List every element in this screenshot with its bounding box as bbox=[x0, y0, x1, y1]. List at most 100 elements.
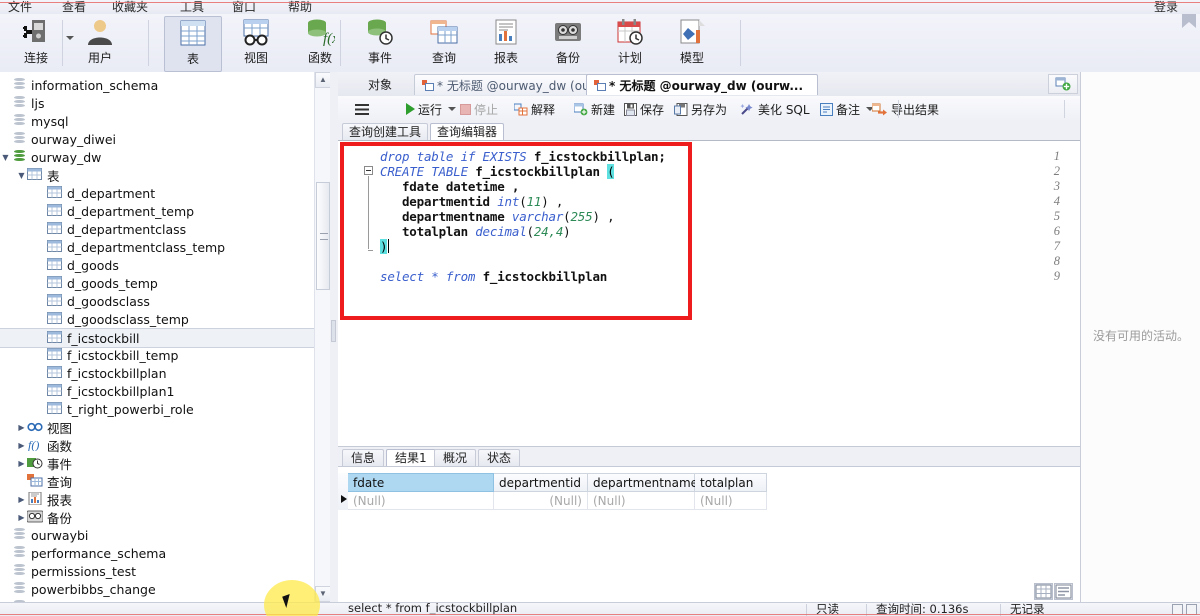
ribbon-button-表[interactable]: 表 bbox=[164, 16, 222, 72]
tree-item-函数[interactable]: ▶ f() 函数 bbox=[0, 436, 330, 454]
cell-departmentname[interactable]: (Null) bbox=[588, 492, 695, 510]
fold-toggle-icon[interactable] bbox=[364, 166, 373, 175]
code-line[interactable]: CREATE TABLE f_icstockbillplan ( bbox=[380, 164, 615, 179]
code-line[interactable]: select * from f_icstockbillplan bbox=[380, 269, 607, 284]
form-view-icon[interactable] bbox=[1054, 583, 1073, 600]
toolbar-button-停止[interactable]: 停止 bbox=[458, 99, 500, 119]
toolbar-button-运行[interactable]: 运行 bbox=[404, 99, 458, 119]
column-header-totalplan[interactable]: totalplan bbox=[695, 473, 767, 492]
toolbar-button-保存[interactable]: 保存 bbox=[622, 99, 666, 119]
tree-item-information_schema[interactable]: information_schema bbox=[0, 76, 330, 94]
hamburger-menu-button[interactable] bbox=[352, 99, 372, 119]
cell-totalplan[interactable]: (Null) bbox=[695, 492, 767, 510]
ribbon-button-计划[interactable]: 计划 bbox=[602, 16, 658, 70]
scroll-up-button[interactable]: ▲ bbox=[315, 72, 331, 88]
cell-departmentid[interactable]: (Null) bbox=[494, 492, 588, 510]
code-line[interactable]: ) bbox=[380, 239, 388, 254]
ribbon-button-报表[interactable]: 报表 bbox=[478, 16, 534, 70]
code-line[interactable]: departmentid int(11) , bbox=[380, 194, 563, 209]
code-line[interactable]: drop table if EXISTS f_icstockbillplan; bbox=[380, 149, 666, 164]
toolbar-button-新建[interactable]: 新建 bbox=[572, 99, 617, 119]
toolbar-button-备注[interactable]: 备注 bbox=[818, 99, 876, 119]
scroll-thumb[interactable] bbox=[316, 182, 330, 290]
editor-tab-查询创建工具[interactable]: 查询创建工具 bbox=[342, 123, 429, 141]
editor-tab-查询编辑器[interactable]: 查询编辑器 bbox=[430, 123, 505, 141]
ribbon-button-用户[interactable]: 用户 bbox=[72, 16, 128, 70]
tree-item-备份[interactable]: ▶ 备份 bbox=[0, 508, 330, 526]
column-header-fdate[interactable]: fdate bbox=[348, 473, 494, 492]
dropdown-caret-icon[interactable] bbox=[448, 107, 457, 111]
tree-item-报表[interactable]: ▶ 报表 bbox=[0, 490, 330, 508]
ribbon-button-模型[interactable]: 模型 bbox=[664, 16, 720, 70]
sql-editor[interactable]: 1 drop table if EXISTS f_icstockbillplan;… bbox=[338, 140, 1080, 447]
tree-scrollbar[interactable]: ▲ ▼ bbox=[314, 72, 331, 602]
ribbon-button-查询[interactable]: 查询 bbox=[416, 16, 472, 70]
tree-twisty-icon[interactable]: ▶ bbox=[16, 423, 27, 432]
column-header-departmentid[interactable]: departmentid bbox=[494, 473, 588, 492]
ribbon-button-视图[interactable]: 视图 bbox=[228, 16, 284, 70]
tree-item-t_right_powerbi_role[interactable]: t_right_powerbi_role bbox=[0, 400, 330, 418]
column-header-departmentname[interactable]: departmentname bbox=[588, 473, 698, 492]
database-tree[interactable]: information_schema ljs mysql ourway_diwei ▼ o… bbox=[0, 72, 331, 602]
tree-twisty-icon[interactable]: ▼ bbox=[16, 171, 27, 180]
result-tab-结果1[interactable]: 结果1 bbox=[386, 449, 436, 467]
tree-item-mysql[interactable]: mysql bbox=[0, 112, 330, 130]
tree-item-d_goodsclass_temp[interactable]: d_goodsclass_temp bbox=[0, 310, 330, 328]
tree-item-f_icstockbill[interactable]: f_icstockbill bbox=[0, 328, 330, 348]
tree-item-d_goods_temp[interactable]: d_goods_temp bbox=[0, 274, 330, 292]
toolbar-button-另存为[interactable]: 另存为 bbox=[672, 99, 729, 119]
result-tab-概况[interactable]: 概况 bbox=[434, 449, 477, 467]
tree-item-视图[interactable]: ▶ 视图 bbox=[0, 418, 330, 436]
tree-item-d_goodsclass[interactable]: d_goodsclass bbox=[0, 292, 330, 310]
tree-twisty-icon[interactable]: ▶ bbox=[16, 441, 27, 450]
tree-twisty-icon[interactable]: ▶ bbox=[16, 459, 27, 468]
tree-twisty-icon[interactable]: ▶ bbox=[16, 495, 27, 504]
tree-item-d_goods[interactable]: d_goods bbox=[0, 256, 330, 274]
splitter-grip[interactable] bbox=[331, 320, 336, 342]
tree-twisty-icon[interactable]: ▶ bbox=[16, 513, 27, 522]
toolbar-button-解释[interactable]: 解释 bbox=[512, 99, 557, 119]
code-line[interactable]: fdate datetime , bbox=[380, 179, 519, 194]
tree-item-permissions_test[interactable]: permissions_test bbox=[0, 562, 330, 580]
ribbon-button-事件[interactable]: 事件 bbox=[352, 16, 408, 70]
line-number: 9 bbox=[1053, 269, 1060, 283]
tree-item-d_departmentclass[interactable]: d_departmentclass bbox=[0, 220, 330, 238]
tree-item-表[interactable]: ▼ 表 bbox=[0, 166, 330, 184]
cell-fdate[interactable]: (Null) bbox=[348, 492, 494, 510]
views-icon bbox=[27, 420, 44, 434]
function-icon: f(x) bbox=[305, 16, 335, 48]
tree-item-d_departmentclass_temp[interactable]: d_departmentclass_temp bbox=[0, 238, 330, 256]
code-line[interactable]: departmentname varchar(255) , bbox=[380, 209, 615, 224]
query-tab-1[interactable]: * 无标题 @ourway_dw (ourw... bbox=[586, 74, 818, 95]
result-tab-状态[interactable]: 状态 bbox=[478, 449, 521, 467]
result-grid[interactable]: fdate departmentid departmentname totalplan… bbox=[338, 466, 1080, 616]
code-line[interactable]: totalplan decimal(24,4) bbox=[380, 224, 571, 239]
tree-item-d_department_temp[interactable]: d_department_temp bbox=[0, 202, 330, 220]
tree-item-label: d_department bbox=[67, 185, 156, 201]
toolbar-button-美化-SQL[interactable]: 美化 SQL bbox=[738, 99, 812, 119]
collapse-ribbon-icon[interactable] bbox=[1182, 14, 1196, 30]
tree-item-ourway_dw[interactable]: ▼ ourway_dw bbox=[0, 148, 330, 166]
tab-object[interactable]: 对象 bbox=[352, 74, 408, 95]
code-token: f_icstockbillplan bbox=[475, 164, 608, 179]
tree-item-ourway_diwei[interactable]: ourway_diwei bbox=[0, 130, 330, 148]
comment-icon bbox=[820, 102, 833, 116]
tree-item-查询[interactable]: 查询 bbox=[0, 472, 330, 490]
tree-item-ljs[interactable]: ljs bbox=[0, 94, 330, 112]
tree-twisty-icon[interactable]: ▼ bbox=[0, 153, 11, 162]
ribbon-button-连接[interactable]: 连接 bbox=[8, 16, 64, 70]
tree-item-d_department[interactable]: d_department bbox=[0, 184, 330, 202]
grid-view-icon[interactable] bbox=[1034, 583, 1053, 600]
ribbon-button-备份[interactable]: 备份 bbox=[540, 16, 596, 70]
tree-item-f_icstockbill_temp[interactable]: f_icstockbill_temp bbox=[0, 346, 330, 364]
tree-item-ourwaybi[interactable]: ourwaybi bbox=[0, 526, 330, 544]
new-tab-icon bbox=[1055, 77, 1071, 91]
panel-splitter[interactable] bbox=[330, 72, 338, 602]
new-tab-button[interactable] bbox=[1048, 74, 1078, 94]
tree-item-事件[interactable]: ▶ 事件 bbox=[0, 454, 330, 472]
toolbar-button-导出结果[interactable]: 导出结果 bbox=[870, 99, 941, 119]
tree-item-f_icstockbillplan1[interactable]: f_icstockbillplan1 bbox=[0, 382, 330, 400]
tree-item-performance_schema[interactable]: performance_schema bbox=[0, 544, 330, 562]
tree-item-f_icstockbillplan[interactable]: f_icstockbillplan bbox=[0, 364, 330, 382]
result-tab-信息[interactable]: 信息 bbox=[342, 449, 385, 467]
